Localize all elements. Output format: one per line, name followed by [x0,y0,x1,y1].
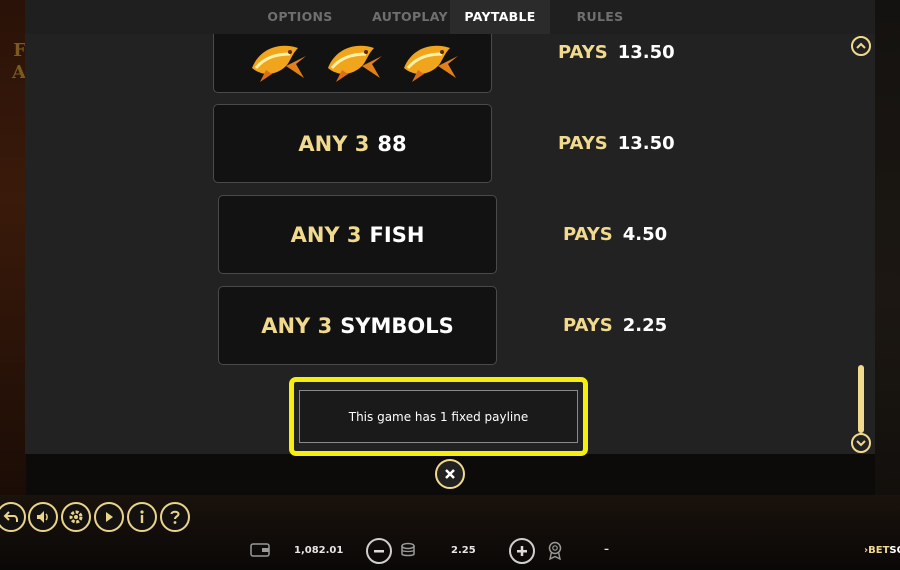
plus-icon [517,546,527,556]
win-value: – [604,544,609,555]
coin-stack-icon [399,541,417,559]
pays-value: 2.25 [622,315,668,336]
paytable-combo-box: ANY 3 88 [213,104,492,183]
paytable-symbol-box [213,34,492,93]
pays-value: 4.50 [622,224,668,245]
golden-koi-fish-icon [327,45,382,82]
tab-autoplay[interactable]: AUTOPLAY [355,0,465,34]
settings-tab-bar: OPTIONS AUTOPLAY PAYTABLE RULES [25,0,875,34]
combo-symbol: SYMBOLS [340,313,454,338]
autoplay-icon [106,512,113,522]
info-button[interactable] [127,502,157,532]
bet-value: 2.25 [451,545,476,556]
decrease-bet-button[interactable] [366,538,392,564]
paytable-combo-box: ANY 3 SYMBOLS [218,286,497,365]
back-arrow-icon [3,511,18,522]
info-icon [140,510,144,523]
balance-value: 1,082.01 [294,545,344,556]
combo-prefix: ANY 3 [290,222,362,247]
scroll-down-button[interactable] [851,433,871,453]
pays-label: PAYS [558,133,608,154]
paytable-pays: PAYS 13.50 [558,42,675,63]
golden-koi-fish-icon [403,45,458,82]
pays-value: 13.50 [617,133,675,154]
chevron-down-icon [856,440,866,447]
help-button[interactable] [160,502,190,532]
game-logo-fragment: FA [12,40,26,83]
betsoft-logo: ›BETSOFT [864,545,900,556]
paytable-pays: PAYS 4.50 [563,224,667,245]
brand-suffix: SOFT [889,545,900,556]
scroll-up-button[interactable] [851,36,871,56]
paytable-pays: PAYS 13.50 [558,133,675,154]
gear-icon [69,510,83,524]
close-icon [445,469,455,479]
wallet-icon [250,543,270,557]
tab-rules[interactable]: RULES [555,0,645,34]
payline-note: This game has 1 fixed payline [299,390,578,443]
autoplay-button[interactable] [94,502,124,532]
combo-symbol: 88 [377,131,407,156]
close-button[interactable] [435,459,465,489]
speaker-icon [37,511,48,523]
pays-label: PAYS [563,224,613,245]
scrollbar-thumb[interactable] [858,365,864,433]
tab-paytable[interactable]: PAYTABLE [450,0,550,34]
combo-prefix: ANY 3 [261,313,333,338]
pays-label: PAYS [558,42,608,63]
brand-prefix: BET [868,545,890,556]
sound-button[interactable] [28,502,58,532]
pays-value: 13.50 [617,42,675,63]
pays-label: PAYS [563,315,613,336]
tab-options[interactable]: OPTIONS [255,0,345,34]
chevron-up-icon [856,42,866,49]
minus-icon [374,550,384,553]
paytable-combo-box: ANY 3 FISH [218,195,497,274]
increase-bet-button[interactable] [509,538,535,564]
settings-button[interactable] [61,502,91,532]
combo-prefix: ANY 3 [298,131,370,156]
combo-symbol: FISH [369,222,425,247]
question-mark-icon [170,510,180,524]
award-ribbon-icon [546,540,564,560]
golden-koi-fish-icon [251,45,306,82]
paytable-pays: PAYS 2.25 [563,315,667,336]
background-scene-right [875,0,900,500]
